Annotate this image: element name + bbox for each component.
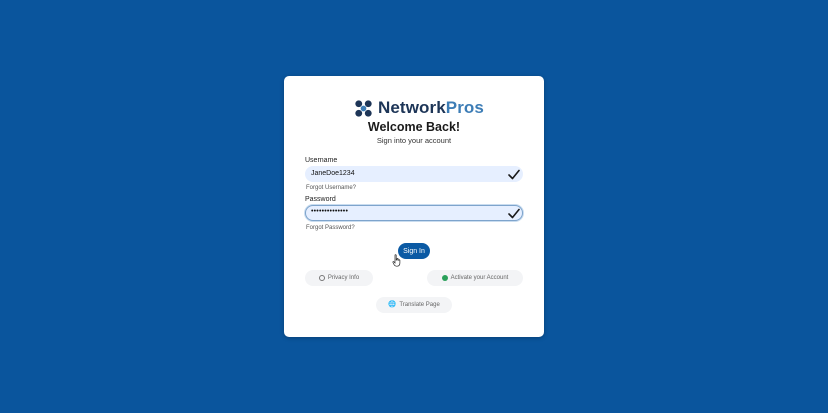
networkpros-logo-icon [355, 99, 372, 117]
username-field[interactable]: JaneDoe1234 [305, 166, 523, 182]
login-card: NetworkPros Welcome Back! Sign into your… [284, 76, 544, 337]
privacy-info-label: Privacy Info [327, 275, 360, 281]
translate-icon: 🌐 [388, 300, 397, 308]
translate-page-label: Translate Page [399, 302, 440, 308]
brand-name-part2: Pros [445, 98, 484, 117]
username-label: Username [305, 157, 338, 164]
page-subtitle: Sign into your account [376, 136, 452, 145]
username-value: JaneDoe1234 [311, 170, 355, 177]
checkmark-icon [508, 169, 520, 180]
hand-pointer-cursor-icon [392, 254, 401, 267]
page-title: Welcome Back! [367, 120, 461, 134]
brand-logo: NetworkPros [354, 98, 484, 118]
activate-account-label: Activate your Account [450, 275, 509, 281]
activate-account-button[interactable]: Activate your Account [427, 270, 523, 286]
sign-in-button[interactable]: Sign In [398, 243, 430, 259]
checkmark-icon [508, 208, 520, 219]
brand-name-part1: Network [378, 98, 446, 117]
password-value: •••••••••••••• [311, 208, 349, 215]
privacy-info-button[interactable]: Privacy Info [305, 270, 373, 286]
password-field[interactable]: •••••••••••••• [305, 205, 523, 221]
password-label: Password [305, 196, 336, 203]
translate-page-button[interactable]: 🌐 Translate Page [376, 297, 452, 313]
activate-dot-icon [441, 275, 448, 281]
forgot-password-link[interactable]: Forgot Password? [306, 225, 355, 231]
brand-name: NetworkPros [378, 98, 484, 118]
forgot-username-link[interactable]: Forgot Username? [306, 185, 356, 191]
privacy-icon [318, 275, 325, 281]
